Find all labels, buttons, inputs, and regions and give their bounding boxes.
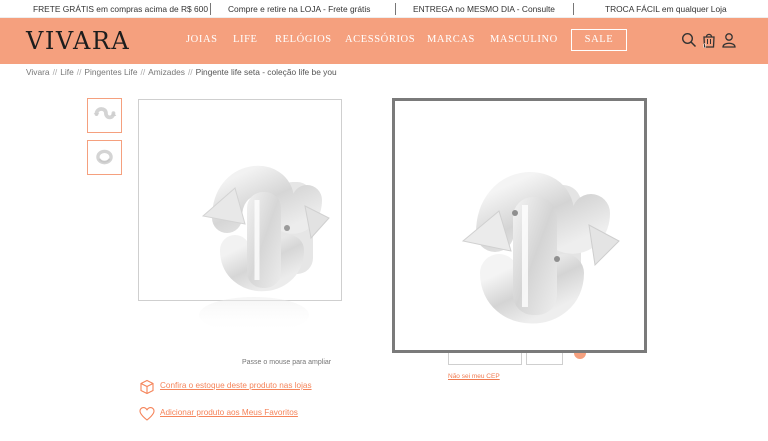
breadcrumb: Vivara//Life//Pingentes Life//Amizades//… bbox=[26, 67, 337, 77]
breadcrumb-amizades[interactable]: Amizades bbox=[148, 67, 185, 77]
cart-count: 0 bbox=[703, 44, 707, 50]
cep-unknown-link[interactable]: Não sei meu CEP bbox=[448, 373, 500, 380]
user-icon[interactable] bbox=[721, 32, 737, 48]
search-icon[interactable] bbox=[681, 32, 697, 48]
promo-divider bbox=[395, 3, 396, 15]
breadcrumb-separator: // bbox=[187, 67, 193, 77]
promo-free-shipping: FRETE GRÁTIS em compras acima de R$ 600 bbox=[33, 4, 208, 14]
nav-marcas[interactable]: MARCAS bbox=[427, 34, 475, 45]
add-to-favorites-label: Adicionar produto aos Meus Favoritos bbox=[160, 408, 298, 417]
breadcrumb-separator: // bbox=[140, 67, 146, 77]
promo-easy-exchange: TROCA FÁCIL em qualquer Loja bbox=[605, 4, 727, 14]
promo-same-day: ENTREGA no MESMO DIA - Consulte bbox=[413, 4, 555, 14]
cep-input[interactable] bbox=[448, 351, 522, 365]
nav-life[interactable]: LIFE bbox=[233, 34, 258, 45]
breadcrumb-separator: // bbox=[52, 67, 58, 77]
promo-divider bbox=[573, 3, 574, 15]
product-main-image[interactable] bbox=[138, 99, 342, 333]
nav-masculino[interactable]: MASCULINO bbox=[490, 34, 558, 45]
sale-button[interactable]: SALE bbox=[571, 29, 627, 51]
product-thumbnail[interactable] bbox=[87, 140, 122, 175]
breadcrumb-life[interactable]: Life bbox=[60, 67, 74, 77]
nav-acessorios[interactable]: ACESSÓRIOS bbox=[345, 34, 415, 45]
breadcrumb-vivara[interactable]: Vivara bbox=[26, 67, 50, 77]
check-store-stock-label: Confira o estoque deste produto nas loja… bbox=[160, 381, 312, 390]
heart-icon bbox=[139, 407, 155, 421]
pendant-image bbox=[93, 107, 117, 120]
cep-submit-button[interactable] bbox=[526, 351, 563, 365]
breadcrumb-current: Pingente life seta - coleção life be you bbox=[195, 67, 337, 77]
promo-store-pickup: Compre e retire na LOJA - Frete grátis bbox=[228, 4, 371, 14]
zoom-preview bbox=[392, 98, 647, 353]
zoom-hint: Passe o mouse para ampliar bbox=[242, 359, 332, 366]
pendant-image bbox=[199, 165, 330, 333]
nav-joias[interactable]: JOIAS bbox=[186, 34, 218, 45]
box-icon bbox=[140, 379, 154, 395]
pendant-image bbox=[96, 149, 113, 165]
breadcrumb-separator: // bbox=[76, 67, 82, 77]
site-header: VIVARA JOIAS LIFE RELÓGIOS ACESSÓRIOS MA… bbox=[0, 18, 768, 64]
breadcrumb-pingentes-life[interactable]: Pingentes Life bbox=[84, 67, 137, 77]
promo-divider bbox=[210, 3, 211, 15]
brand-logo[interactable]: VIVARA bbox=[26, 27, 130, 55]
promo-bar: FRETE GRÁTIS em compras acima de R$ 600 … bbox=[0, 0, 768, 18]
pendant-zoom-image bbox=[461, 172, 620, 324]
product-thumbnail[interactable] bbox=[87, 98, 122, 133]
nav-relogios[interactable]: RELÓGIOS bbox=[275, 34, 332, 45]
